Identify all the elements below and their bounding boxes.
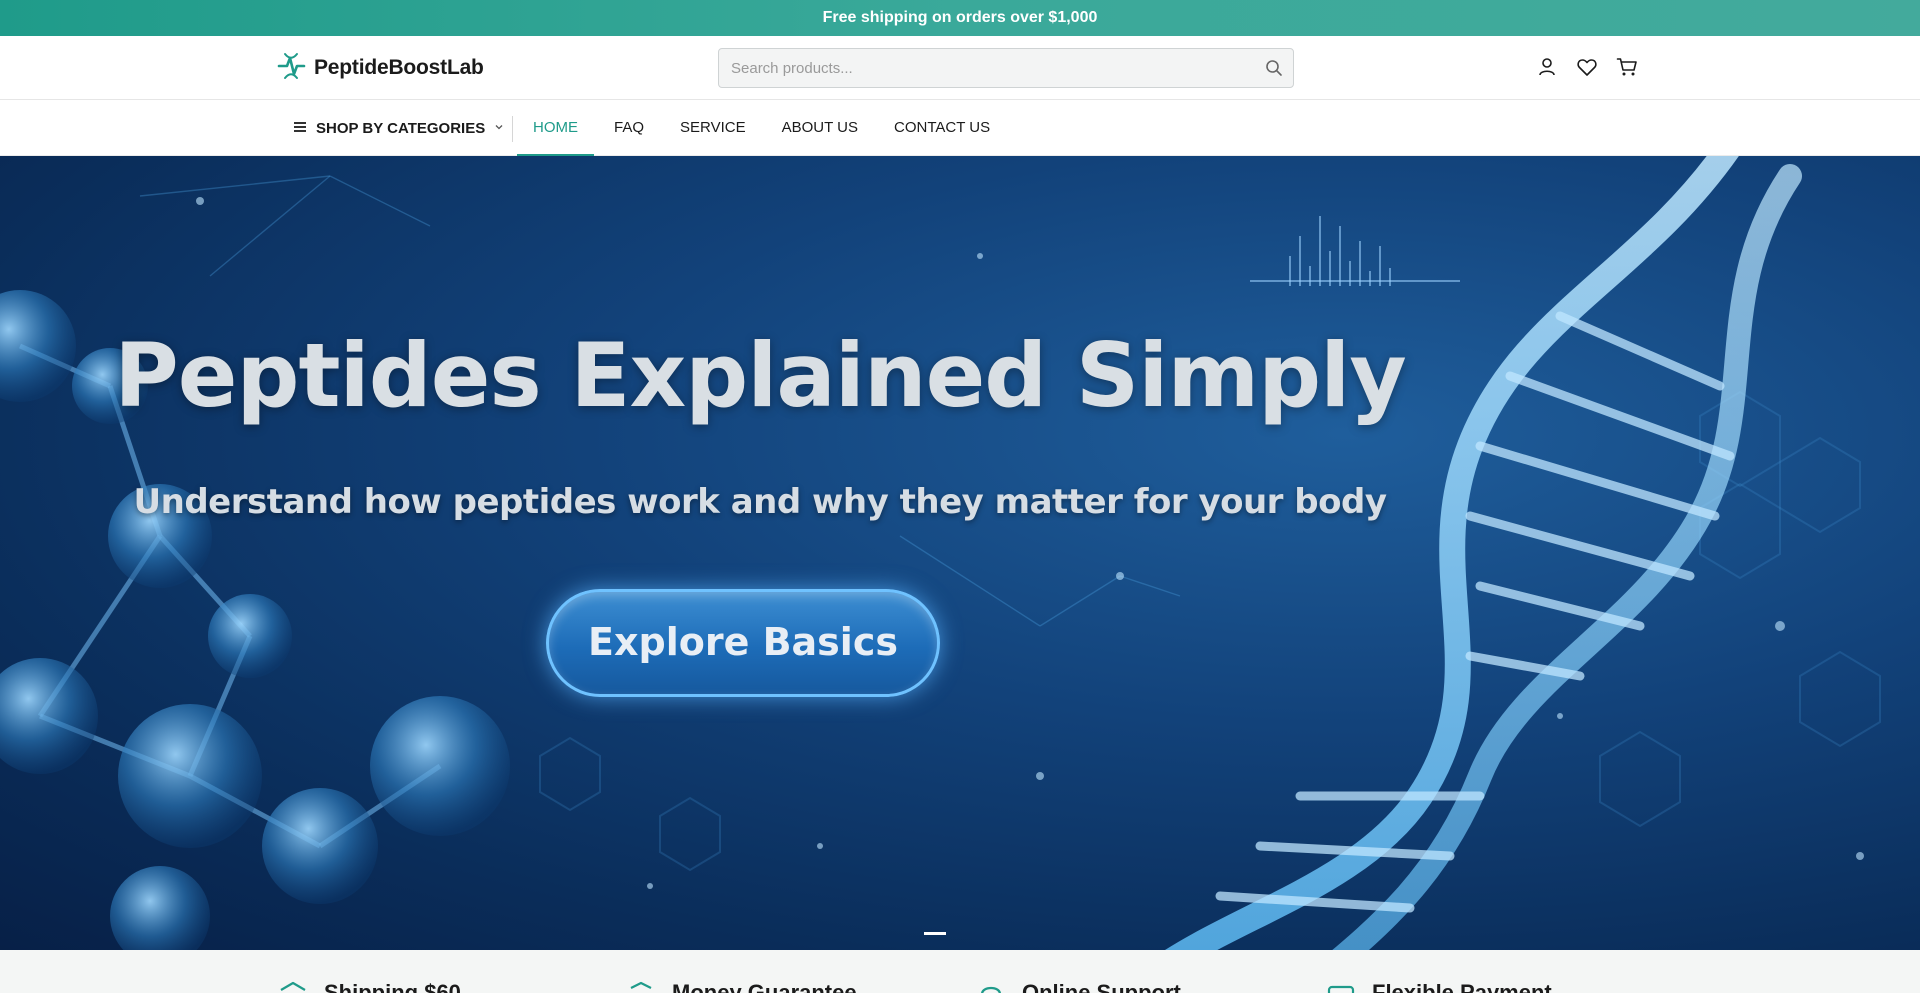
feature-title: Flexible Payment — [1372, 980, 1552, 993]
hero-title: Peptides Explained Simply — [114, 324, 1406, 427]
cart-icon[interactable] — [1616, 56, 1638, 78]
hero-background-illustration — [0, 156, 1881, 950]
slider-dots — [924, 932, 946, 935]
nav-link-contact-us[interactable]: CONTACT US — [878, 101, 1006, 156]
feature-title: Shipping $60 — [324, 980, 461, 993]
brand-name: PeptideBoostLab — [314, 56, 484, 79]
nav-link-faq[interactable]: FAQ — [598, 101, 660, 156]
header-actions — [1536, 56, 1638, 78]
brand-logo[interactable]: PeptideBoostLab — [276, 51, 484, 85]
truck-icon — [278, 978, 308, 993]
feature-money-guarantee: Money Guarantee — [626, 980, 857, 993]
announcement-bar: Free shipping on orders over $1,000 — [0, 0, 1920, 36]
hero-subtitle: Understand how peptides work and why the… — [133, 482, 1387, 522]
logo-icon — [276, 50, 306, 87]
hero-banner: Peptides Explained Simply Understand how… — [0, 156, 1920, 950]
feature-title: Money Guarantee — [672, 980, 857, 993]
chevron-down-icon — [493, 120, 505, 137]
shop-by-categories-label: SHOP BY CATEGORIES — [316, 120, 486, 137]
feature-shipping: Shipping $60 — [278, 980, 461, 993]
nav-link-about-us[interactable]: ABOUT US — [766, 101, 874, 156]
main-nav: SHOP BY CATEGORIES HOME FAQ SERVICE ABOU… — [0, 101, 1920, 156]
nav-link-home[interactable]: HOME — [517, 101, 594, 156]
card-icon — [1326, 978, 1356, 993]
explore-basics-button[interactable]: Explore Basics — [546, 589, 940, 697]
headset-icon — [976, 978, 1006, 993]
feature-flexible-payment: Flexible Payment — [1326, 980, 1552, 993]
user-icon[interactable] — [1536, 56, 1558, 78]
feature-title: Online Support — [1022, 980, 1181, 993]
shield-icon — [626, 978, 656, 993]
search-icon[interactable] — [1265, 59, 1283, 77]
search-box — [718, 48, 1294, 88]
nav-links: HOME FAQ SERVICE ABOUT US CONTACT US — [517, 101, 1010, 156]
nav-divider — [512, 116, 513, 142]
features-strip: Shipping $60 Money Guarantee Online Supp… — [0, 950, 1920, 993]
nav-link-service[interactable]: SERVICE — [664, 101, 762, 156]
feature-online-support: Online Support — [976, 980, 1181, 993]
heart-icon[interactable] — [1576, 56, 1598, 78]
menu-icon — [292, 120, 308, 138]
site-header: PeptideBoostLab — [0, 36, 1920, 100]
announcement-text: Free shipping on orders over $1,000 — [822, 9, 1098, 26]
shop-by-categories-button[interactable]: SHOP BY CATEGORIES — [292, 101, 505, 156]
slider-dot-1[interactable] — [924, 932, 946, 935]
search-input[interactable] — [719, 49, 1249, 87]
